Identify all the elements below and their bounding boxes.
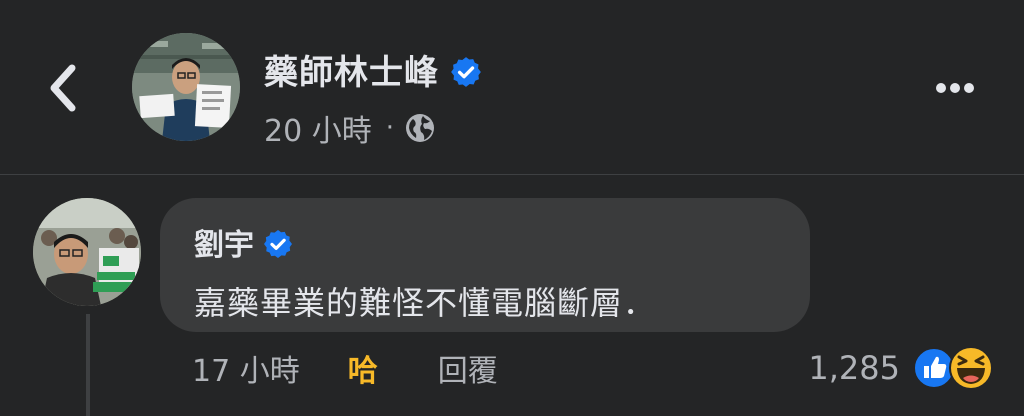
comment-author-avatar[interactable]: [33, 198, 141, 306]
reaction-button[interactable]: 哈: [348, 346, 378, 390]
comment-author-label: 劉宇: [194, 228, 254, 263]
more-options-button[interactable]: [936, 78, 982, 98]
haha-icon: [949, 346, 993, 390]
reaction-summary[interactable]: 1,285: [808, 344, 994, 392]
comment-actions: 17 小時 哈 回覆: [192, 346, 498, 390]
thread-line: [86, 314, 90, 416]
globe-icon: [405, 114, 434, 142]
dot-icon: [936, 83, 946, 93]
avatar-photo: [132, 33, 240, 141]
post-meta: 20 小時 ·: [264, 106, 436, 150]
meta-separator: ·: [385, 113, 394, 143]
reaction-count: 1,285: [808, 349, 900, 387]
header-divider: [0, 174, 1024, 175]
chevron-left-icon: [50, 64, 76, 112]
dot-icon: [964, 83, 974, 93]
post-author-label: 藥師林士峰: [264, 53, 439, 93]
verified-badge-icon: [451, 56, 481, 87]
post-header: 藥師林士峰 20 小時 ·: [0, 0, 1024, 174]
verified-badge-icon: [264, 229, 292, 258]
back-button[interactable]: [44, 62, 84, 114]
comment-text: 嘉藥畢業的難怪不懂電腦斷層．: [194, 284, 657, 322]
comment-timestamp[interactable]: 17 小時: [192, 346, 300, 390]
reply-button[interactable]: 回覆: [438, 346, 498, 390]
dot-icon: [950, 83, 960, 93]
comment-author-name[interactable]: 劉宇: [194, 220, 294, 264]
post-author-avatar[interactable]: [132, 33, 240, 141]
comment-bubble[interactable]: 劉宇 嘉藥畢業的難怪不懂電腦斷層．: [160, 198, 810, 332]
post-timestamp[interactable]: 20 小時: [264, 106, 372, 150]
post-author-name[interactable]: 藥師林士峰: [264, 45, 483, 94]
avatar-photo: [33, 198, 141, 306]
